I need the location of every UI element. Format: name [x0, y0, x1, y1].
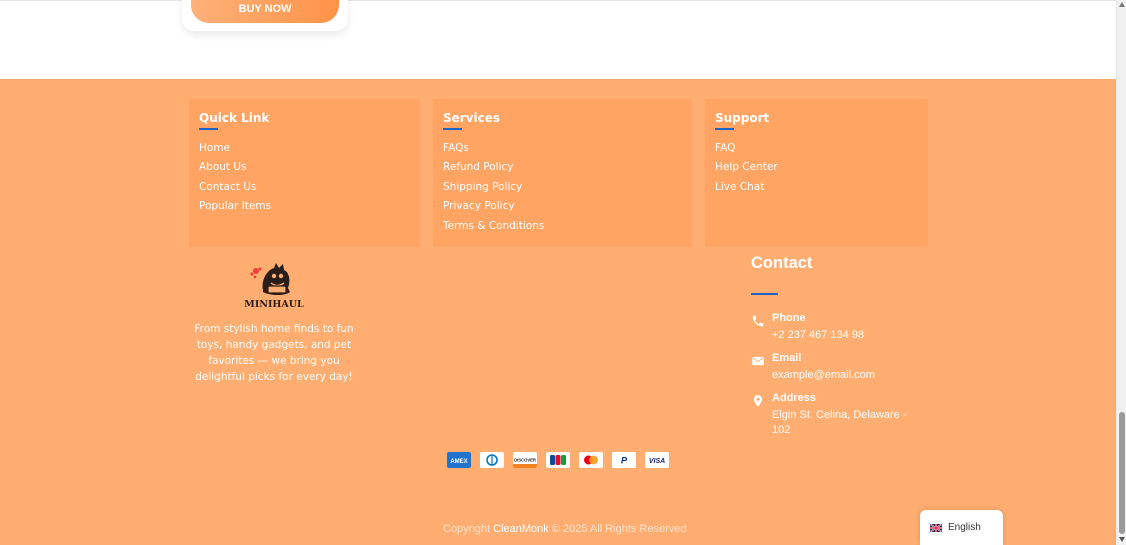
minihaul-logo[interactable]: MINIHAUL [241, 260, 307, 312]
visa-icon: VISA [645, 452, 669, 468]
email-value[interactable]: example@email.com [772, 368, 917, 383]
quick-link-title: Quick Link [199, 111, 270, 125]
svg-text:P: P [621, 456, 628, 466]
phone-value[interactable]: +2 237 467 134 98 [772, 328, 917, 343]
mail-icon [752, 356, 764, 366]
footer-link-faqs[interactable]: FAQs [443, 141, 544, 160]
scrollbar-thumb[interactable] [1119, 412, 1125, 534]
footer-link-popular-items[interactable]: Popular Items [199, 199, 271, 218]
page-scrollbar[interactable] [1116, 0, 1126, 545]
discover-icon: DISCOVER [513, 452, 537, 468]
mascot-icon [250, 263, 290, 295]
services-list: FAQs Refund Policy Shipping Policy Priva… [443, 141, 544, 238]
footer-link-privacy-policy[interactable]: Privacy Policy [443, 199, 544, 218]
svg-text:DISCOVER: DISCOVER [514, 458, 536, 463]
brand-description: From stylish home finds to fun toys, han… [194, 323, 354, 383]
contact-address: Address Elgin St. Celina, Delaware - 102 [751, 392, 921, 442]
paypal-icon: P [612, 452, 636, 468]
support-list: FAQ Help Center Live Chat [715, 141, 778, 199]
payment-methods: AMEX DISCOVER P VISA [447, 452, 669, 468]
uk-flag-icon [930, 523, 942, 532]
product-card: BUY NOW [182, 0, 348, 31]
footer-link-help-center[interactable]: Help Center [715, 160, 778, 179]
footer-link-terms-conditions[interactable]: Terms & Conditions [443, 219, 544, 238]
jcb-icon [546, 452, 570, 468]
product-section: BUY NOW [0, 0, 1116, 79]
services-column: Services FAQs Refund Policy Shipping Pol… [433, 99, 692, 247]
support-title: Support [715, 111, 770, 125]
footer-link-home[interactable]: Home [199, 141, 271, 160]
contact-title: Contact [751, 254, 813, 272]
quick-link-column: Quick Link Home About Us Contact Us Popu… [189, 99, 420, 247]
email-label: Email [772, 352, 802, 364]
footer-link-contact-us[interactable]: Contact Us [199, 180, 271, 199]
scroll-down-arrow-icon[interactable] [1119, 537, 1125, 542]
copyright-brand-link[interactable]: CleanMonk [493, 523, 549, 535]
services-title: Services [443, 111, 501, 125]
location-pin-icon [753, 395, 763, 407]
title-underline [715, 128, 734, 130]
language-switcher[interactable]: English [920, 510, 1003, 545]
copyright-text: Copyright CleanMonk © 2025 All Rights Re… [443, 523, 687, 535]
copyright-prefix: Copyright [443, 523, 494, 535]
language-label: English [948, 522, 981, 533]
mastercard-icon [579, 452, 603, 468]
address-label: Address [772, 392, 817, 404]
footer-link-refund-policy[interactable]: Refund Policy [443, 160, 544, 179]
address-value: Elgin St. Celina, Delaware - 102 [772, 409, 907, 436]
support-column: Support FAQ Help Center Live Chat [705, 99, 928, 247]
footer-link-live-chat[interactable]: Live Chat [715, 180, 778, 199]
footer-link-about-us[interactable]: About Us [199, 160, 271, 179]
svg-text:VISA: VISA [649, 458, 665, 465]
phone-label: Phone [772, 312, 806, 324]
buy-now-button[interactable]: BUY NOW [191, 0, 339, 23]
quick-link-list: Home About Us Contact Us Popular Items [199, 141, 271, 219]
phone-icon [752, 315, 764, 327]
svg-text:MINIHAUL: MINIHAUL [244, 299, 304, 310]
diners-club-icon [480, 452, 504, 468]
footer-link-faq[interactable]: FAQ [715, 141, 778, 160]
contact-phone: Phone +2 237 467 134 98 [751, 312, 921, 346]
site-footer: Quick Link Home About Us Contact Us Popu… [0, 79, 1116, 545]
american-express-icon: AMEX [447, 452, 471, 468]
copyright-suffix: © 2025 All Rights Reserved [548, 523, 687, 535]
svg-text:AMEX: AMEX [450, 459, 467, 465]
title-underline [443, 128, 462, 130]
title-underline [751, 293, 778, 295]
footer-link-shipping-policy[interactable]: Shipping Policy [443, 180, 544, 199]
contact-email: Email example@email.com [751, 352, 921, 386]
scroll-up-arrow-icon[interactable] [1119, 2, 1125, 7]
title-underline [199, 128, 218, 130]
